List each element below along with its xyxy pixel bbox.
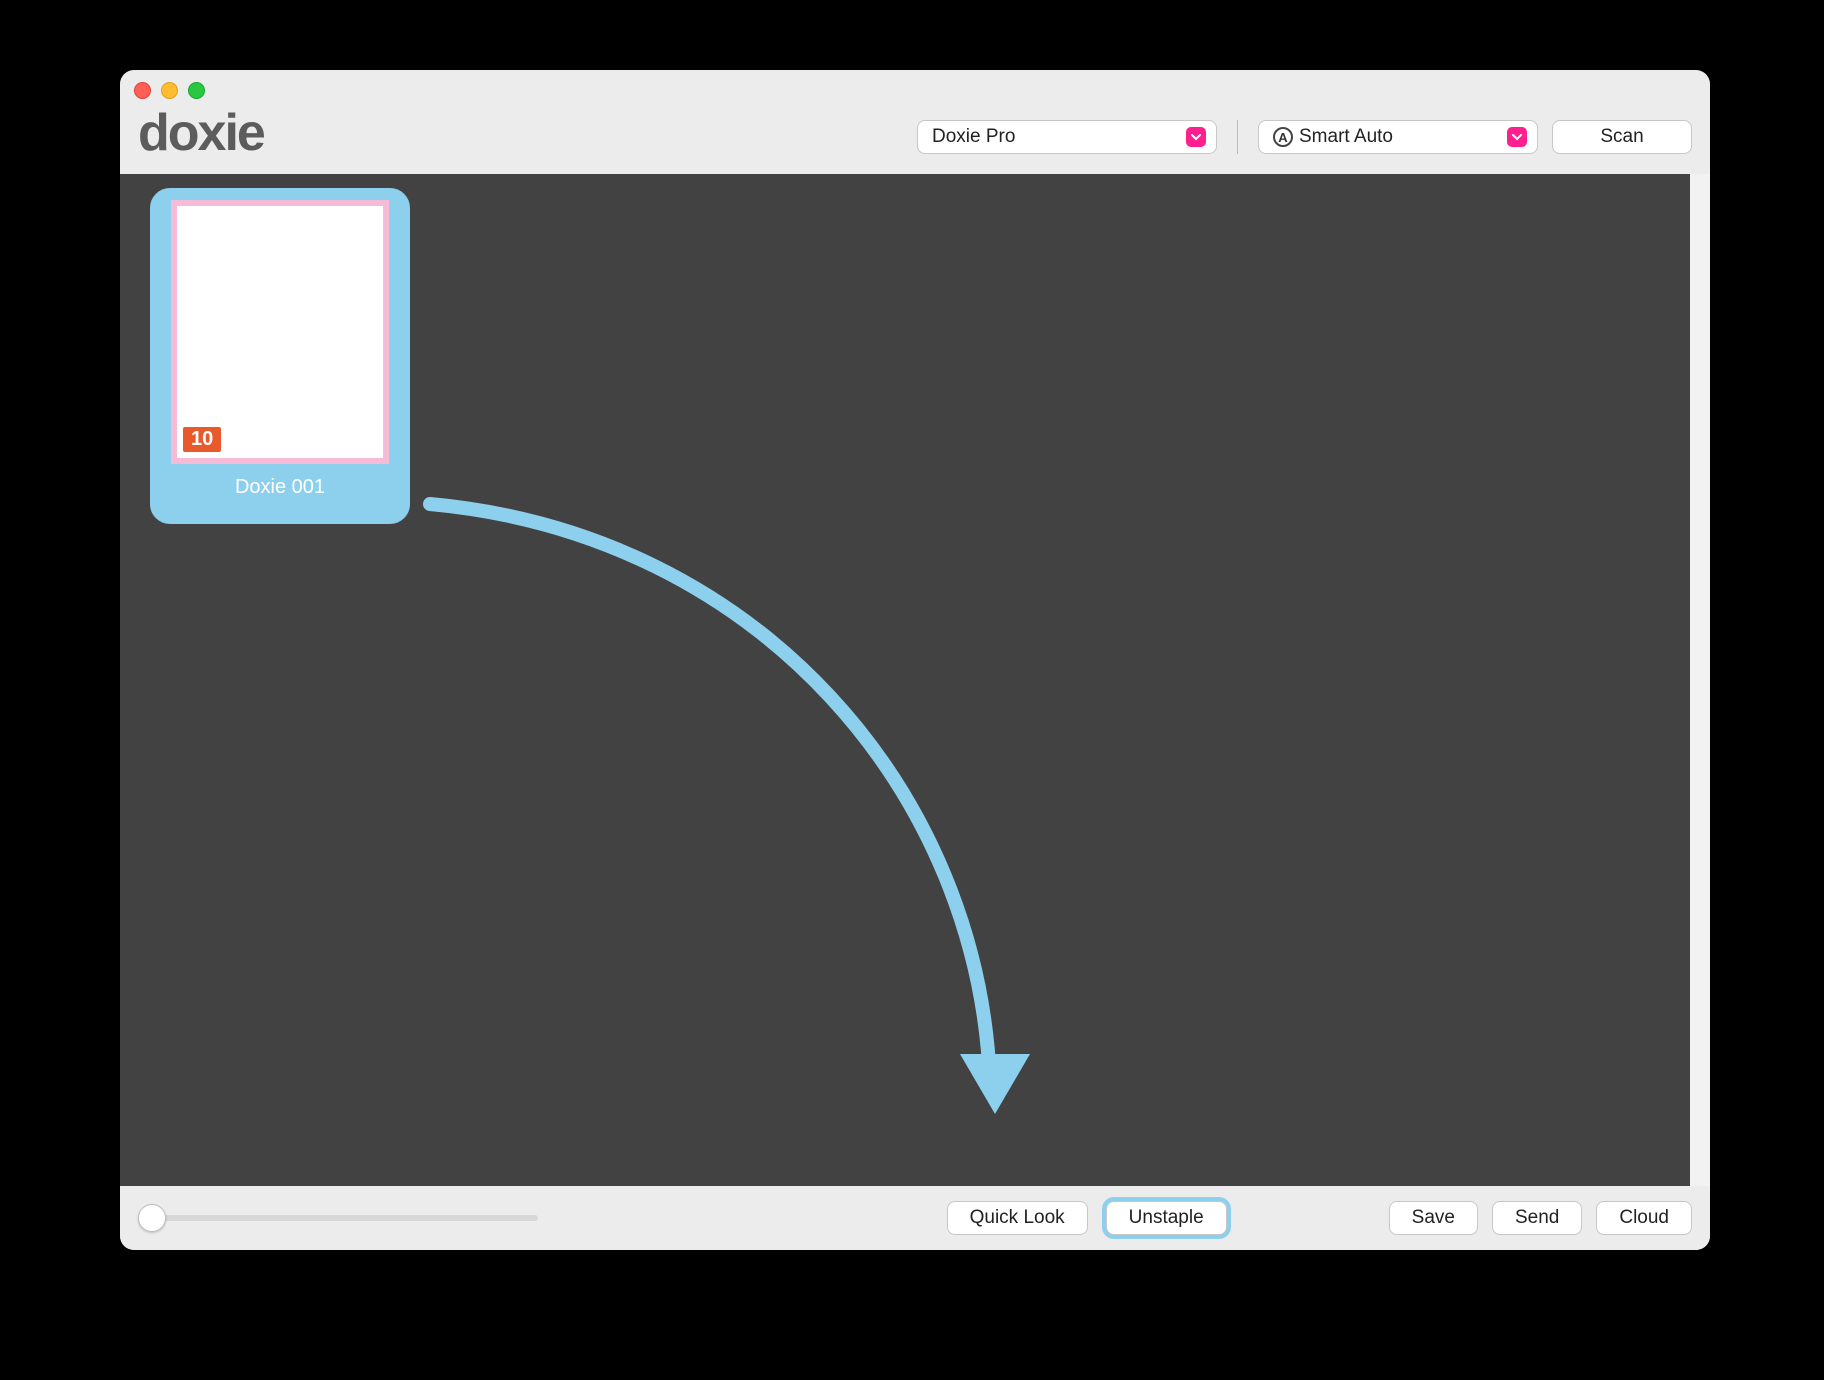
close-window-button[interactable] (134, 82, 151, 99)
toolbar-divider (1237, 120, 1238, 154)
page-count-badge: 10 (183, 427, 221, 452)
chevron-down-icon (1507, 127, 1527, 147)
minimize-window-button[interactable] (161, 82, 178, 99)
toolbar: doxie Doxie Pro A Smart Auto Scan (120, 100, 1710, 174)
mode-dropdown[interactable]: A Smart Auto (1258, 120, 1538, 154)
zoom-slider[interactable] (138, 1215, 538, 1221)
zoom-slider-thumb[interactable] (138, 1204, 166, 1232)
scan-thumbnail[interactable]: 10 Doxie 001 (150, 188, 410, 524)
app-window: doxie Doxie Pro A Smart Auto Scan 10 (120, 70, 1710, 1250)
vertical-scrollbar[interactable] (1690, 174, 1710, 1186)
quick-look-button[interactable]: Quick Look (947, 1201, 1088, 1235)
scan-grid: 10 Doxie 001 (120, 174, 1710, 1186)
app-logo: doxie (138, 103, 264, 163)
auto-mode-icon: A (1273, 127, 1293, 147)
send-button[interactable]: Send (1492, 1201, 1582, 1235)
window-titlebar (120, 70, 1710, 100)
mode-dropdown-label: Smart Auto (1299, 126, 1393, 148)
chevron-down-icon (1186, 127, 1206, 147)
scanner-dropdown-label: Doxie Pro (932, 126, 1015, 148)
thumbnail-preview: 10 (171, 200, 389, 464)
scan-button[interactable]: Scan (1552, 120, 1692, 154)
unstaple-button[interactable]: Unstaple (1106, 1201, 1227, 1235)
fullscreen-window-button[interactable] (188, 82, 205, 99)
thumbnail-label: Doxie 001 (235, 476, 325, 499)
cloud-button[interactable]: Cloud (1596, 1201, 1692, 1235)
footer-toolbar: Quick Look Unstaple Save Send Cloud (120, 1186, 1710, 1250)
unstaple-highlight: Unstaple (1102, 1197, 1231, 1239)
save-button[interactable]: Save (1389, 1201, 1478, 1235)
scanner-dropdown[interactable]: Doxie Pro (917, 120, 1217, 154)
